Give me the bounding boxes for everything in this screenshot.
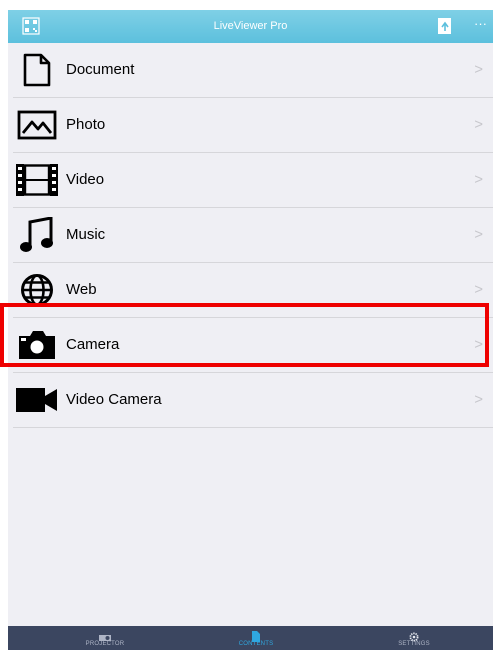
tab-settings[interactable]: SETTINGS	[354, 626, 474, 650]
app-title: LiveViewer Pro	[213, 20, 288, 32]
chevron-right-icon: >	[474, 281, 483, 298]
more-menu-icon[interactable]: ···	[474, 17, 487, 35]
music-note-icon	[16, 216, 58, 254]
tab-contents[interactable]: CONTENTS	[196, 626, 316, 650]
content-item-label: Photo	[66, 116, 106, 133]
camera-icon	[16, 326, 58, 364]
content-list: Document > Photo > Video > Music > Web >…	[13, 43, 493, 428]
document-icon	[16, 51, 58, 89]
chevron-right-icon: >	[474, 226, 483, 243]
content-item-video[interactable]: Video >	[13, 153, 493, 208]
video-camera-icon	[16, 381, 58, 419]
chevron-right-icon: >	[474, 171, 483, 188]
document-icon	[196, 629, 316, 642]
tab-label: SETTINGS	[398, 641, 430, 647]
tab-label: CONTENTS	[238, 641, 274, 647]
content-item-music[interactable]: Music >	[13, 208, 493, 263]
content-item-photo[interactable]: Photo >	[13, 98, 493, 153]
share-icon[interactable]	[436, 17, 454, 35]
content-item-video-camera[interactable]: Video Camera >	[13, 373, 493, 428]
tab-bar: PROJECTOR CONTENTS SETTINGS	[8, 626, 493, 650]
content-item-label: Music	[66, 226, 106, 243]
chevron-right-icon: >	[474, 61, 483, 78]
tab-projector[interactable]: PROJECTOR	[45, 626, 165, 650]
app-screen: LiveViewer Pro ··· Document > Photo > Vi…	[8, 10, 493, 650]
tab-label: PROJECTOR	[85, 641, 125, 647]
globe-icon	[16, 271, 58, 309]
chevron-right-icon: >	[474, 116, 483, 133]
content-item-camera[interactable]: Camera >	[13, 318, 493, 373]
chevron-right-icon: >	[474, 336, 483, 353]
content-item-label: Camera	[66, 336, 120, 353]
projector-icon	[45, 629, 165, 641]
chevron-right-icon: >	[474, 391, 483, 408]
content-item-label: Document	[66, 61, 135, 78]
content-item-web[interactable]: Web >	[13, 263, 493, 318]
content-item-label: Video Camera	[66, 391, 162, 408]
film-icon	[16, 161, 58, 199]
photo-icon	[16, 106, 58, 144]
gear-icon	[354, 629, 474, 642]
navigation-bar: LiveViewer Pro ···	[8, 10, 493, 43]
content-item-document[interactable]: Document >	[13, 43, 493, 98]
content-item-label: Web	[66, 281, 97, 298]
content-item-label: Video	[66, 171, 105, 188]
